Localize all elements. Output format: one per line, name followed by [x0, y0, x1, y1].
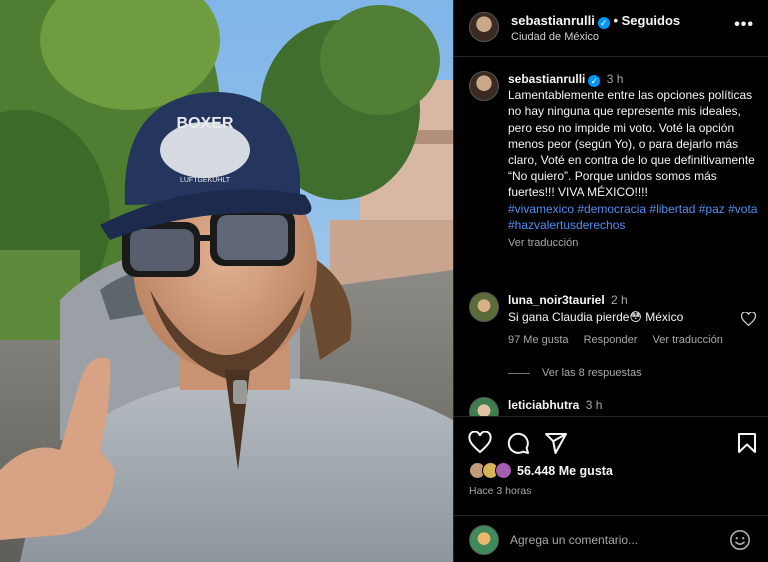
view-replies-button[interactable]: Ver las 8 respuestas: [508, 367, 642, 379]
cap-text-boxer: BOXER: [177, 115, 234, 132]
caption-see-translation-link[interactable]: Ver traducción: [508, 235, 759, 251]
view-replies-label: Ver las 8 respuestas: [542, 367, 642, 379]
verified-badge-icon: ✓: [588, 75, 601, 87]
comment-time: 3 h: [585, 398, 603, 412]
current-user-avatar: [469, 525, 499, 555]
header-user-line: sebastianrulli ✓ • Seguidos: [511, 13, 681, 29]
likes-count[interactable]: 56.448 Me gusta: [517, 464, 613, 478]
caption-username[interactable]: sebastianrulli: [508, 72, 585, 86]
follow-status-button[interactable]: Seguidos: [622, 13, 681, 28]
caption-hashtags[interactable]: #vivamexico #democracia #libertad #paz #…: [508, 202, 757, 232]
more-options-icon[interactable]: •••: [734, 16, 754, 34]
post-image: BOXER LUFTGEKÜHLT: [0, 0, 453, 562]
cap-text-sub: LUFTGEKÜHLT: [180, 176, 231, 184]
caption-text: Lamentablemente entre las opciones polít…: [508, 88, 755, 200]
post-actions-bar: 56.448 Me gusta Hace 3 horas: [454, 416, 768, 504]
liker-avatar: [495, 462, 512, 479]
comment-likes[interactable]: 97 Me gusta: [508, 334, 569, 346]
comment-item: leticiabhutra 3 h: [469, 397, 764, 427]
comment-username[interactable]: leticiabhutra: [508, 398, 579, 412]
comment-like-heart-icon[interactable]: [741, 312, 756, 326]
caption-author-avatar[interactable]: [469, 71, 499, 101]
author-username[interactable]: sebastianrulli: [511, 13, 595, 28]
verified-badge-icon: ✓: [597, 17, 610, 29]
caption-time: 3 h: [606, 72, 624, 86]
comment-item: luna_noir3tauriel 2 h Si gana Claudia pi…: [469, 292, 764, 349]
comment-input[interactable]: [510, 533, 720, 547]
bookmark-icon[interactable]: [735, 431, 759, 455]
post-location[interactable]: Ciudad de México: [511, 31, 599, 43]
comment-time: 2 h: [611, 293, 628, 307]
emoji-icon[interactable]: [729, 529, 751, 551]
comment-reply-button[interactable]: Responder: [584, 334, 638, 346]
post-timestamp: Hace 3 horas: [469, 485, 532, 497]
comment-text: Si gana Claudia pierde😳 México: [508, 310, 684, 324]
comment-see-translation-link[interactable]: Ver traducción: [653, 334, 723, 346]
comment-avatar[interactable]: [469, 292, 499, 322]
post-caption: sebastianrulli ✓ 3 h Lamentablemente entr…: [469, 71, 759, 251]
post-details-panel: sebastianrulli ✓ • Seguidos Ciudad de Méx…: [453, 0, 768, 562]
author-avatar[interactable]: [469, 12, 499, 42]
post-photo[interactable]: BOXER LUFTGEKÜHLT: [0, 0, 453, 562]
comment-icon[interactable]: [506, 431, 530, 455]
replies-divider-line: [508, 372, 530, 374]
comment-meta: 97 Me gusta Responder Ver traducción: [508, 332, 764, 349]
like-heart-icon[interactable]: [468, 431, 492, 455]
add-comment-bar: [454, 515, 768, 562]
post-header: sebastianrulli ✓ • Seguidos Ciudad de Méx…: [454, 0, 768, 57]
share-icon[interactable]: [544, 431, 568, 455]
comment-username[interactable]: luna_noir3tauriel: [508, 293, 605, 307]
